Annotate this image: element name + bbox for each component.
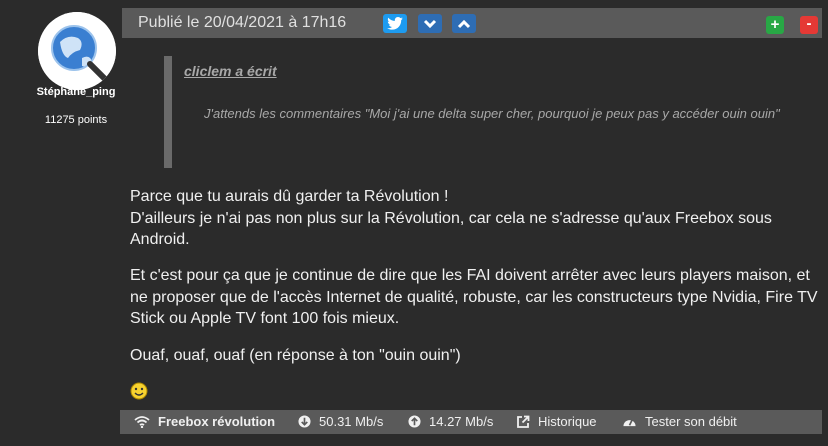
twitter-icon	[387, 17, 403, 30]
quote-bar	[164, 56, 172, 168]
download-arrow-icon	[298, 415, 311, 428]
upload-speed: 14.27 Mb/s	[408, 414, 493, 429]
speedtest-link[interactable]: Tester son débit	[622, 414, 737, 429]
body-paragraph-1: Parce que tu aurais dû garder ta Révolut…	[130, 186, 820, 251]
publish-date: Publié le 20/04/2021 à 17h16	[138, 14, 347, 31]
chevron-down-icon	[423, 19, 437, 28]
avatar[interactable]	[38, 12, 116, 90]
speedometer-icon	[623, 419, 636, 427]
body-paragraph-3: Ouaf, ouaf, ouaf (en réponse à ton "ouin…	[130, 347, 461, 364]
author-panel: Stéphane_ping 11275 points	[0, 0, 120, 446]
quote-text: J'attends les commentaires "Moi j'ai une…	[204, 106, 780, 121]
upload-value: 14.27 Mb/s	[429, 414, 494, 429]
wifi-icon	[134, 415, 150, 428]
connection-label: Freebox révolution	[158, 414, 276, 429]
external-link-icon	[517, 415, 530, 428]
chevron-up-icon	[457, 19, 471, 28]
post-footer: Freebox révolution 50.31 Mb/s 14.27 Mb/s…	[120, 410, 822, 434]
globe-magnifier-icon	[38, 12, 116, 90]
author-name[interactable]: Stéphane_ping	[30, 86, 122, 98]
history-label[interactable]: Historique	[538, 414, 597, 429]
download-speed: 50.31 Mb/s	[298, 414, 383, 429]
body-paragraph-2: Et c'est pour ça que je continue de dire…	[130, 267, 818, 327]
quote-author[interactable]: cliclem a écrit	[184, 63, 277, 79]
scroll-up-button[interactable]	[452, 14, 476, 33]
connection-type: Freebox révolution	[134, 414, 275, 429]
scroll-down-button[interactable]	[418, 14, 442, 33]
upload-arrow-icon	[408, 415, 421, 428]
speedtest-label[interactable]: Tester son débit	[645, 414, 737, 429]
smiley-icon	[130, 382, 148, 400]
post-header: Publié le 20/04/2021 à 17h16 + -	[122, 8, 822, 38]
download-value: 50.31 Mb/s	[319, 414, 384, 429]
vote-down-button[interactable]: -	[800, 16, 818, 34]
author-points: 11275 points	[44, 114, 108, 126]
body-paragraph-1-line-2: D'ailleurs je n'ai pas non plus sur la R…	[130, 209, 772, 249]
body-paragraph-1-line-1: Parce que tu aurais dû garder ta Révolut…	[130, 188, 449, 205]
history-link[interactable]: Historique	[516, 414, 597, 429]
vote-up-button[interactable]: +	[766, 16, 784, 34]
twitter-share-button[interactable]	[383, 14, 407, 33]
